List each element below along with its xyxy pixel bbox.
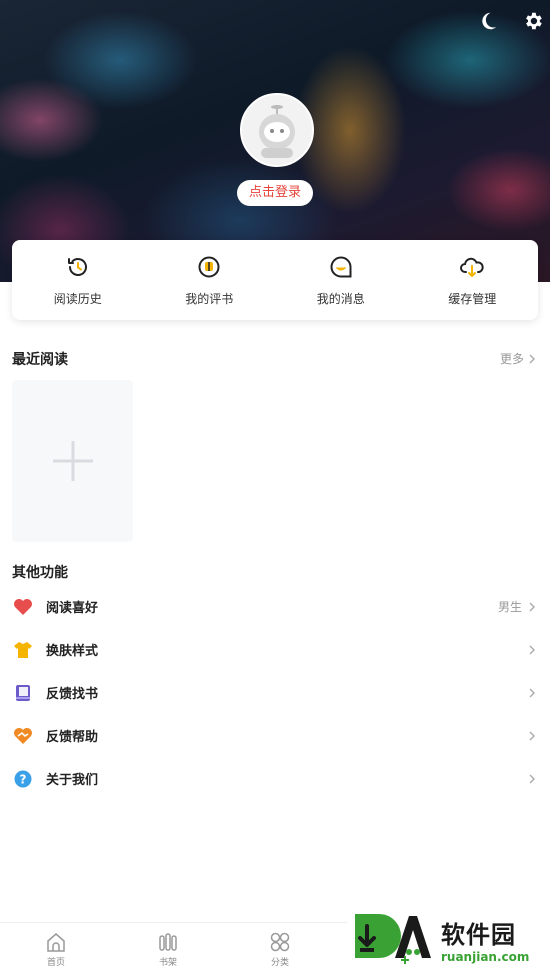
quick-action-reading-history[interactable]: 阅读历史: [12, 240, 144, 320]
list-item-right: 男生: [498, 585, 538, 628]
settings-button[interactable]: [517, 5, 549, 37]
watermark: 软件园 ruanjian.com: [347, 908, 550, 970]
nav-tab-label: 书架: [158, 958, 177, 968]
cloud-download-icon: [460, 257, 484, 277]
list-item-label: 反馈帮助: [46, 730, 99, 745]
night-mode-button[interactable]: [472, 5, 504, 37]
chevron-right-icon: [529, 688, 535, 697]
list-item-right: [522, 671, 538, 714]
gear-icon: [526, 12, 542, 30]
quick-action-my-messages[interactable]: 我的消息: [275, 240, 407, 320]
chevron-right-icon: [529, 731, 535, 740]
helping-heart-icon: [12, 725, 34, 747]
recent-more-link[interactable]: 更多: [500, 350, 538, 367]
list-item-right: [522, 757, 538, 800]
message-bubble-icon: [330, 256, 352, 278]
nav-tab-bookshelf[interactable]: 书架: [112, 923, 224, 971]
watermark-en: ruanjian.com: [441, 949, 530, 964]
list-item-value: 男生: [497, 600, 522, 614]
home-icon: [47, 933, 65, 952]
chevron-right-icon: [529, 774, 535, 783]
bookshelf-icon: [159, 933, 177, 951]
nav-tab-category[interactable]: 分类: [224, 923, 336, 971]
list-item-label: 阅读喜好: [46, 601, 99, 616]
category-grid-icon: [270, 932, 290, 952]
list-item-right: [522, 714, 538, 757]
nav-tab-label: 分类: [270, 958, 289, 968]
quick-action-my-reviews[interactable]: 我的评书: [144, 240, 276, 320]
chevron-right-icon: [529, 645, 535, 654]
quick-action-label: 我的评书: [185, 292, 234, 306]
quick-action-label: 阅读历史: [53, 292, 102, 306]
nav-tab-label: 首页: [46, 958, 65, 968]
default-avatar-icon: [259, 105, 295, 158]
heart-icon: [12, 596, 34, 618]
quick-actions-card: 阅读历史 我的评书 我的消息 缓存管理: [12, 240, 538, 320]
add-book-button[interactable]: [12, 380, 133, 542]
tshirt-icon: [12, 639, 34, 661]
chevron-right-icon: [529, 602, 535, 611]
other-functions-title: 其他功能: [12, 565, 68, 581]
quick-action-label: 我的消息: [316, 292, 365, 306]
quick-action-label: 缓存管理: [448, 292, 497, 306]
recent-reading-title: 最近阅读: [12, 352, 68, 368]
other-functions-list: 阅读喜好 男生 换肤样式 反馈找书 反馈帮助 ? 关于我们: [0, 585, 550, 800]
chevron-right-icon: [529, 354, 535, 363]
list-item-label: 换肤样式: [46, 644, 99, 659]
book-icon: [12, 682, 34, 704]
watermark-logo: [355, 914, 431, 964]
login-button[interactable]: 点击登录: [237, 180, 313, 206]
nav-tab-home[interactable]: 首页: [0, 923, 112, 971]
plus-icon: [52, 441, 93, 481]
list-item-label: 关于我们: [46, 773, 99, 788]
list-item-feedback-help[interactable]: 反馈帮助: [0, 714, 550, 757]
avatar[interactable]: [240, 93, 314, 167]
question-icon: ?: [12, 768, 34, 790]
list-item-right: [522, 628, 538, 671]
comment-book-icon: [198, 256, 220, 278]
list-item-reading-preference[interactable]: 阅读喜好 男生: [0, 585, 550, 628]
history-clock-icon: [67, 258, 87, 276]
list-item-about-us[interactable]: ? 关于我们: [0, 757, 550, 800]
watermark-text: 软件园 ruanjian.com: [441, 915, 529, 964]
list-item-feedback-find-book[interactable]: 反馈找书: [0, 671, 550, 714]
list-item-label: 反馈找书: [46, 687, 99, 702]
svg-text:?: ?: [20, 772, 27, 786]
moon-icon: [482, 12, 497, 30]
list-item-skin-style[interactable]: 换肤样式: [0, 628, 550, 671]
quick-action-cache-manage[interactable]: 缓存管理: [407, 240, 539, 320]
more-label: 更多: [499, 352, 524, 366]
watermark-cn: 软件园: [441, 920, 516, 949]
